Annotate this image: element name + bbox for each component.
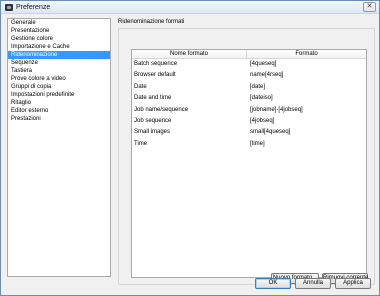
column-header-name[interactable]: Nome formato xyxy=(132,50,247,58)
table-row[interactable]: Batch sequence [4queseq] xyxy=(132,59,366,70)
sidebar-item-tastiera[interactable]: Tastiera xyxy=(8,67,110,75)
format-name-cell: Job name/sequence xyxy=(134,106,189,113)
table-row[interactable]: Job name/sequence [jobname]-[4jobseq] xyxy=(132,105,366,116)
sidebar-item-sequenze[interactable]: Sequenze xyxy=(8,59,110,67)
table-header: Nome formato Formato xyxy=(132,50,366,59)
format-pattern-cell: [4queseq] xyxy=(250,61,277,67)
close-button[interactable]: ✕ xyxy=(363,2,376,12)
app-icon xyxy=(5,4,13,11)
apply-button[interactable]: Applica xyxy=(335,278,371,289)
format-group: Nome formato Formato Batch sequence [4que… xyxy=(118,28,375,285)
sidebar-item-prove-colore-a-video[interactable]: Prove colore a video xyxy=(8,75,110,83)
sidebar-item-prestazioni[interactable]: Prestazioni xyxy=(8,115,110,123)
sidebar-item-ritaglio[interactable]: Ritaglio xyxy=(8,99,110,107)
format-name-cell: Batch sequence xyxy=(134,61,178,67)
table-body: Batch sequence [4queseq] Browser default na… xyxy=(132,59,366,150)
sidebar-item-impostazioni-predefinite[interactable]: Impostazioni predefinite xyxy=(8,91,110,99)
format-pattern-cell: name[4rseq] xyxy=(250,72,284,79)
format-name-cell: Job sequence xyxy=(134,117,172,124)
sidebar-item-gestione-colore[interactable]: Gestione colore xyxy=(8,35,110,43)
ok-button[interactable]: OK xyxy=(255,278,291,289)
sidebar: Generale Presentazione Gestione colore Impo… xyxy=(7,18,111,277)
format-name-cell: Date and time xyxy=(134,95,172,102)
format-pattern-cell: [date] xyxy=(250,83,266,90)
format-pattern-cell: [4jobseq] xyxy=(250,117,275,124)
format-pattern-cell: [jobname]-[4jobseq] xyxy=(250,106,303,113)
table-row[interactable]: Job sequence [4jobseq] xyxy=(132,116,366,127)
table-row[interactable]: Small images small[4queseq] xyxy=(132,127,366,138)
table-row[interactable]: Date [date] xyxy=(132,82,366,93)
format-name-cell: Small images xyxy=(134,129,171,136)
format-table: Nome formato Formato Batch sequence [4que… xyxy=(131,49,367,278)
format-pattern-cell: small[4queseq] xyxy=(250,129,291,136)
sidebar-item-importazione-e-cache[interactable]: Importazione e Cache xyxy=(8,43,110,51)
table-row[interactable]: Date and time [dateiso] xyxy=(132,93,366,104)
sidebar-item-gruppi-di-copia[interactable]: Gruppi di copia xyxy=(8,83,110,91)
table-row[interactable]: Time [time] xyxy=(132,139,366,150)
cancel-button[interactable]: Annulla xyxy=(295,278,331,289)
sidebar-item-generale[interactable]: Generale xyxy=(8,19,110,27)
format-pattern-cell: [time] xyxy=(250,140,265,147)
title-bar: Preferenze ✕ xyxy=(1,1,379,14)
section-title: Ridenominazione formati xyxy=(118,19,185,25)
sidebar-item-ridenominazione[interactable]: Ridenominazione xyxy=(8,51,110,59)
content-panel: Ridenominazione formati Nome formato For… xyxy=(118,18,375,285)
format-name-cell: Date xyxy=(134,83,147,90)
window-title: Preferenze xyxy=(16,4,51,11)
format-name-cell: Time xyxy=(134,140,148,147)
sidebar-item-presentazione[interactable]: Presentazione xyxy=(8,27,110,35)
format-pattern-cell: [dateiso] xyxy=(250,95,273,102)
sidebar-item-editor-esterno[interactable]: Editor esterno xyxy=(8,107,110,115)
format-name-cell: Browser default xyxy=(134,72,176,79)
preferences-window: Preferenze ✕ Generale Presentazione Gestio… xyxy=(0,0,380,296)
table-row[interactable]: Browser default name[4rseq] xyxy=(132,70,366,81)
column-header-format[interactable]: Formato xyxy=(247,50,366,58)
